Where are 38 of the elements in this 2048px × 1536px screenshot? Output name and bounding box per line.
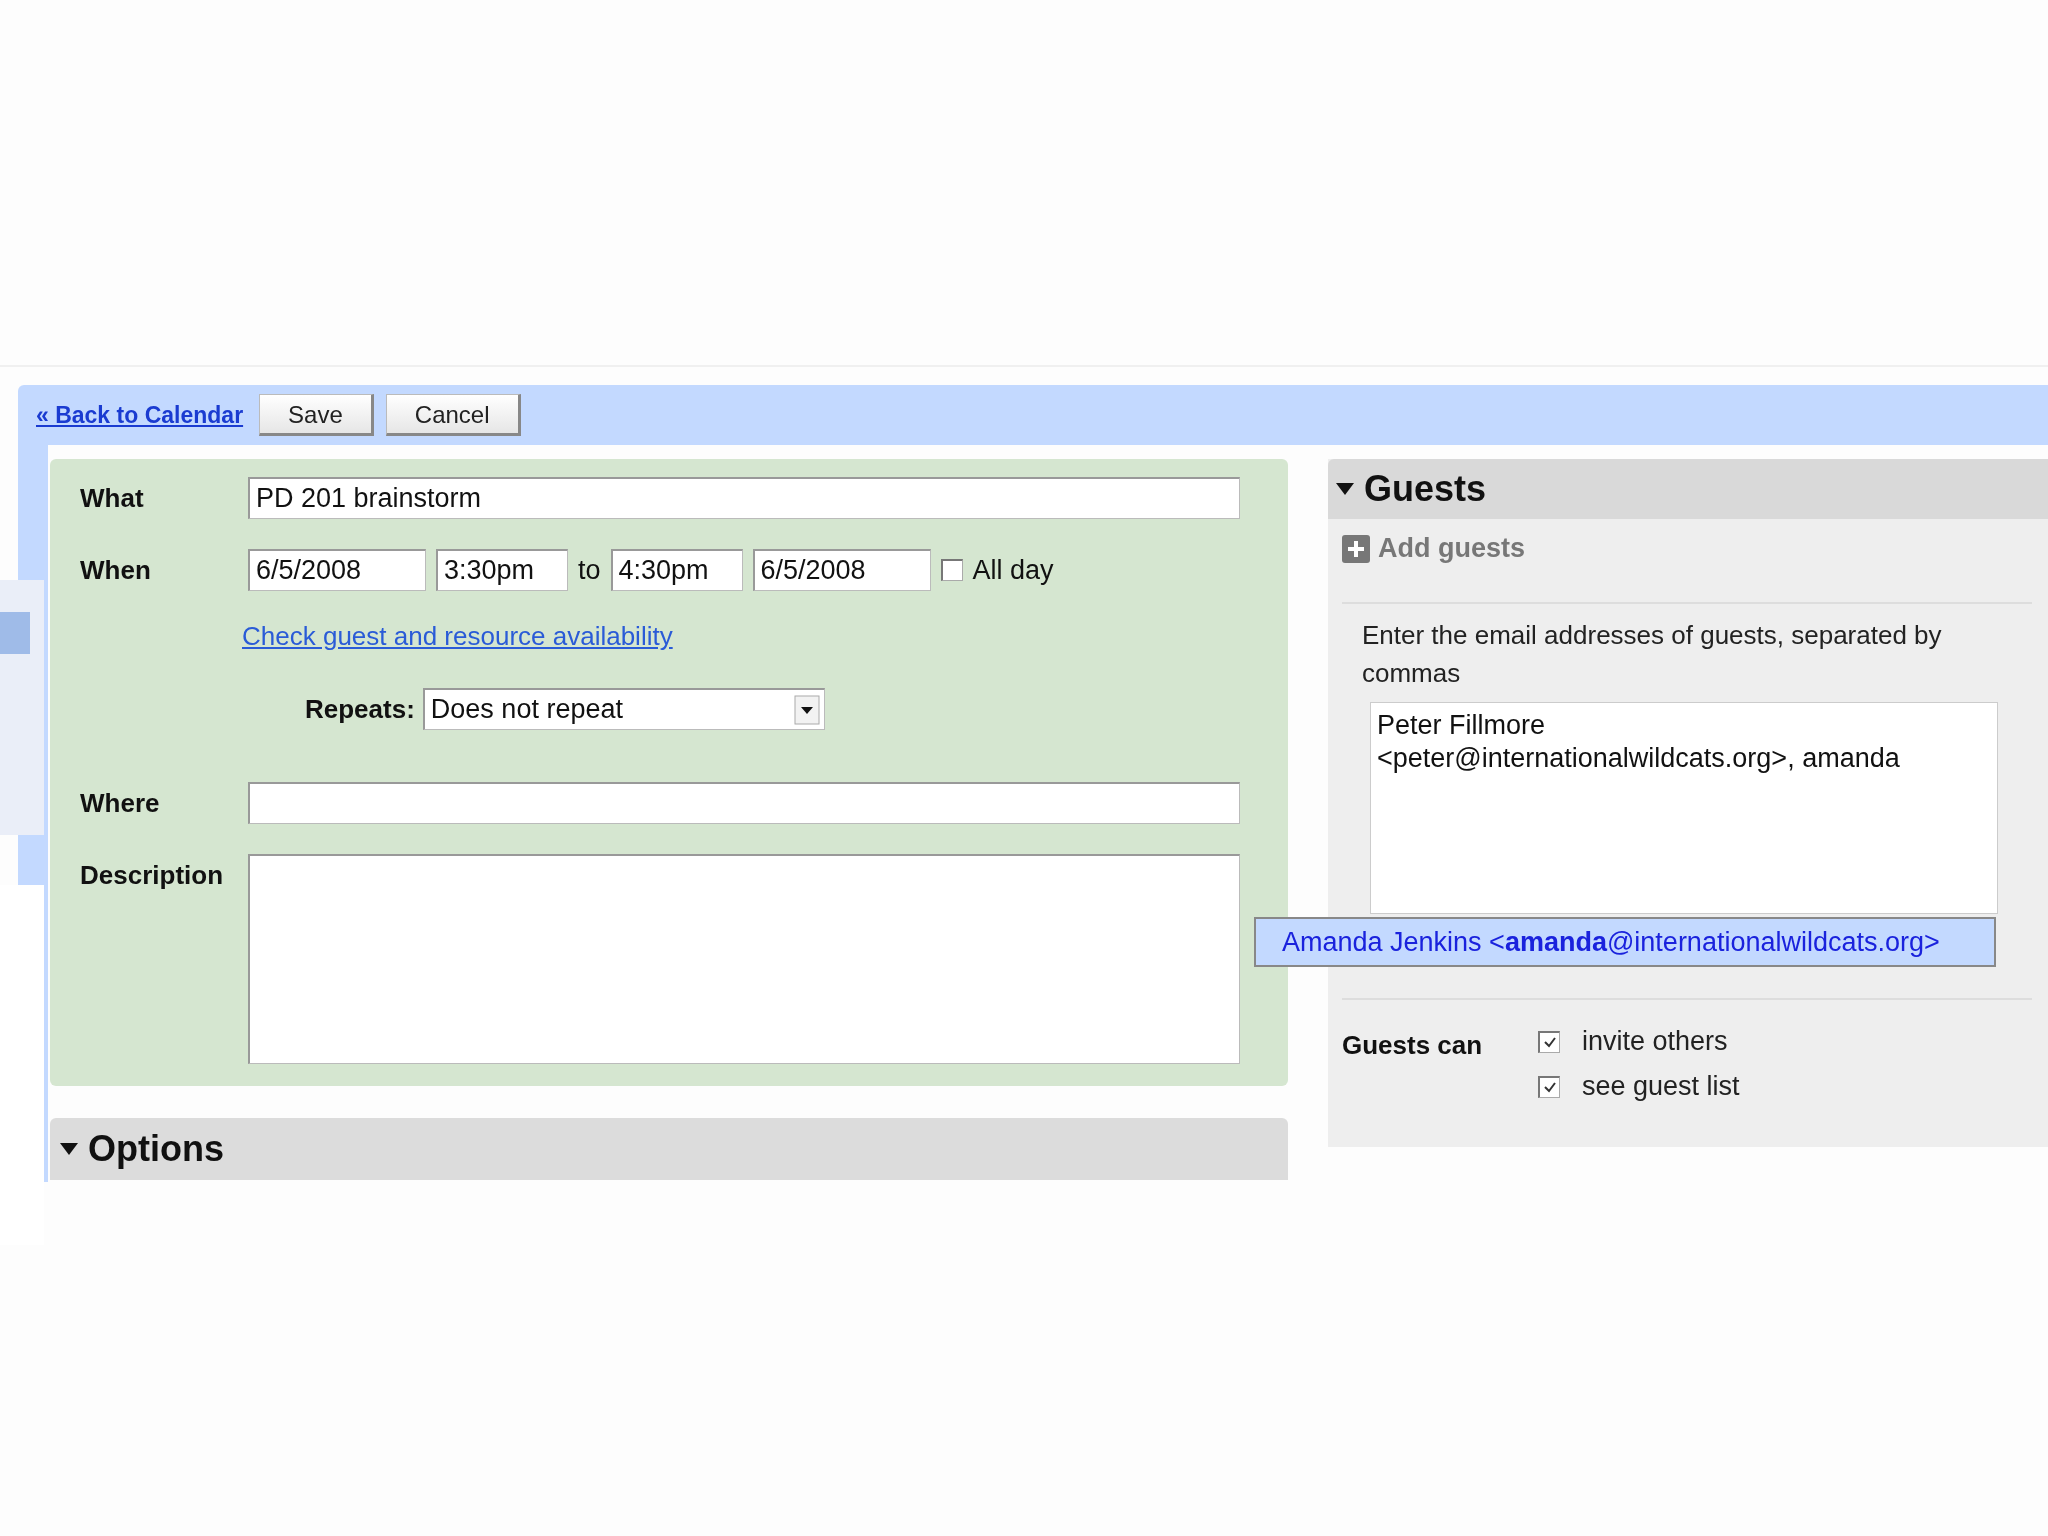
description-field[interactable] — [248, 854, 1240, 1064]
field-label: When — [80, 554, 152, 586]
time-field[interactable]: 4:30pm — [610, 549, 743, 591]
autocomplete-suggestion[interactable]: Amanda Jenkins <amanda@internationalwildcats.org> — [1254, 917, 1996, 967]
toolbar-button[interactable]: Save — [259, 394, 374, 436]
checkmark-icon — [1542, 1081, 1557, 1093]
collapse-triangle-icon[interactable] — [1336, 482, 1354, 496]
title-field[interactable]: PD 201 brainstorm — [248, 477, 1240, 519]
toolbar-button[interactable]: Cancel — [385, 394, 521, 436]
checkbox[interactable] — [1538, 1075, 1560, 1098]
location-field[interactable] — [248, 782, 1240, 824]
plus-icon[interactable] — [1342, 534, 1370, 563]
checkmark-icon — [1542, 1036, 1557, 1048]
checkbox-label: invite others — [1582, 1026, 1728, 1057]
checkbox-label: All day — [972, 554, 1054, 586]
field-label: What — [80, 482, 145, 514]
section-title: Options — [88, 1128, 224, 1170]
field-label: Where — [80, 787, 161, 819]
checkbox[interactable] — [1538, 1030, 1560, 1053]
date-field[interactable]: 6/5/2008 — [752, 549, 931, 591]
checkbox[interactable] — [940, 559, 963, 581]
guest-list-field[interactable]: Peter Fillmore <peter@internationalwildcats.org>, amanda — [1370, 702, 1998, 914]
checkbox-label: see guest list — [1582, 1071, 1740, 1102]
repeats-dropdown[interactable]: Does not repeat — [422, 688, 825, 730]
instruction-text: Enter the email addresses of guests, separated by commas — [1361, 619, 1943, 690]
section-title: Guests — [1364, 468, 1487, 510]
add-guests-link[interactable]: Add guests — [1378, 533, 1525, 564]
availability-link[interactable]: Check guest and resource availability — [242, 621, 1240, 652]
separator-text: to — [578, 554, 601, 586]
field-label: Description — [80, 859, 225, 891]
back-link[interactable]: « Back to Calendar — [36, 401, 244, 429]
field-label: Guests can — [1342, 1029, 1484, 1062]
field-label: Repeats: — [305, 693, 415, 725]
collapse-triangle-icon[interactable] — [60, 1142, 78, 1156]
date-field[interactable]: 6/5/2008 — [248, 549, 426, 591]
time-field[interactable]: 3:30pm — [436, 549, 568, 591]
options-header[interactable]: Options — [50, 1118, 1288, 1180]
guests-header[interactable]: Guests — [1328, 459, 2048, 519]
